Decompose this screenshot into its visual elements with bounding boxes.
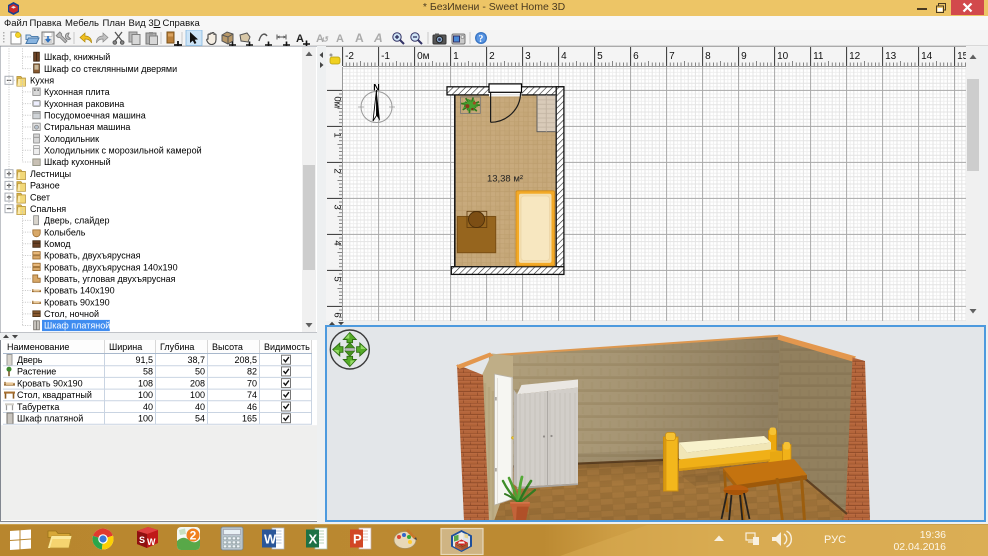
svg-text:58: 58: [143, 367, 153, 377]
svg-text:Стол, ночной: Стол, ночной: [44, 309, 99, 319]
svg-text:W: W: [147, 537, 156, 547]
svg-text:12: 12: [849, 51, 861, 62]
svg-text:40: 40: [143, 402, 153, 412]
svg-text:Кровать 140x190: Кровать 140x190: [44, 286, 115, 296]
svg-text:13: 13: [885, 51, 897, 62]
svg-text:0м: 0м: [332, 96, 343, 108]
svg-text:50: 50: [195, 367, 205, 377]
svg-text:46: 46: [247, 402, 257, 412]
svg-text:-2: -2: [345, 51, 354, 62]
svg-text:8: 8: [705, 51, 711, 62]
svg-text:A: A: [336, 33, 344, 45]
svg-text:Наименование: Наименование: [7, 342, 69, 352]
svg-text:Комод: Комод: [44, 239, 71, 249]
svg-text:X: X: [309, 532, 318, 547]
svg-text:100: 100: [138, 390, 153, 400]
svg-text:A: A: [355, 31, 364, 45]
svg-text:9: 9: [741, 51, 747, 62]
svg-text:82: 82: [247, 367, 257, 377]
svg-text:Кровать, двухъярусная 140x190: Кровать, двухъярусная 140x190: [44, 262, 178, 272]
svg-text:1: 1: [453, 51, 459, 62]
svg-text:38,7: 38,7: [187, 355, 205, 365]
svg-text:100: 100: [138, 414, 153, 424]
svg-text:208,5: 208,5: [234, 355, 257, 365]
svg-text:3: 3: [525, 51, 531, 62]
svg-text:19:36: 19:36: [920, 529, 946, 541]
svg-text:W: W: [264, 532, 277, 547]
svg-text:Кухня: Кухня: [30, 76, 54, 86]
svg-text:10: 10: [777, 51, 789, 62]
svg-text:5: 5: [597, 51, 603, 62]
svg-text:Кухонная раковина: Кухонная раковина: [44, 99, 124, 109]
svg-text:Кухонная плита: Кухонная плита: [44, 87, 110, 97]
svg-text:Ширина: Ширина: [109, 342, 142, 352]
svg-text:02.04.2016: 02.04.2016: [893, 541, 946, 553]
svg-text:2: 2: [190, 529, 197, 543]
svg-text:Разное: Разное: [30, 181, 60, 191]
svg-text:Дверь: Дверь: [17, 355, 43, 365]
svg-text:Глубина: Глубина: [160, 342, 194, 352]
svg-text:Кровать, угловая двухъярусная: Кровать, угловая двухъярусная: [44, 274, 176, 284]
svg-text:Шкаф, книжный: Шкаф, книжный: [44, 52, 110, 62]
svg-text:?: ?: [478, 34, 483, 45]
svg-text:Шкаф платяной: Шкаф платяной: [17, 414, 83, 424]
svg-text:Спальня: Спальня: [30, 204, 66, 214]
svg-text:A: A: [373, 31, 383, 45]
svg-text:Высота: Высота: [212, 342, 243, 352]
svg-text:91,5: 91,5: [135, 355, 153, 365]
svg-text:-1: -1: [381, 51, 390, 62]
svg-text:Дверь, слайдер: Дверь, слайдер: [44, 216, 110, 226]
svg-text:Шкаф кухонный: Шкаф кухонный: [44, 157, 111, 167]
svg-text:Колыбель: Колыбель: [44, 227, 86, 237]
svg-text:Растение: Растение: [17, 367, 56, 377]
svg-text:165: 165: [242, 414, 257, 424]
svg-text:Кровать 90x190: Кровать 90x190: [17, 378, 83, 388]
svg-text:A: A: [296, 33, 304, 45]
svg-text:Видимость: Видимость: [264, 342, 310, 352]
svg-text:Посудомоечная машина: Посудомоечная машина: [44, 111, 146, 121]
svg-text:208: 208: [190, 378, 205, 388]
svg-text:Кровать, двухъярусная: Кровать, двухъярусная: [44, 251, 141, 261]
svg-text:11: 11: [813, 51, 824, 62]
svg-text:54: 54: [195, 414, 205, 424]
svg-text:P: P: [353, 532, 362, 547]
svg-text:Стиральная машина: Стиральная машина: [44, 122, 130, 132]
svg-text:Лестницы: Лестницы: [30, 169, 71, 179]
svg-text:Стол, квадратный: Стол, квадратный: [17, 390, 92, 400]
svg-text:Табуретка: Табуретка: [17, 402, 59, 412]
svg-text:Холодильник с морозильной каме: Холодильник с морозильной камерой: [44, 146, 202, 156]
svg-text:100: 100: [190, 390, 205, 400]
svg-text:40: 40: [195, 402, 205, 412]
svg-text:70: 70: [247, 378, 257, 388]
svg-text:0м: 0м: [417, 51, 430, 62]
svg-text:6: 6: [633, 51, 639, 62]
svg-text:13,38 м²: 13,38 м²: [487, 174, 523, 185]
svg-text:↺: ↺: [322, 35, 329, 44]
svg-text:РУС: РУС: [824, 534, 846, 546]
svg-text:Холодильник: Холодильник: [44, 134, 99, 144]
svg-text:74: 74: [247, 390, 257, 400]
svg-text:4: 4: [561, 51, 567, 62]
svg-text:2: 2: [489, 51, 495, 62]
svg-text:Кровать 90x190: Кровать 90x190: [44, 297, 110, 307]
svg-text:S: S: [139, 535, 145, 545]
svg-text:7: 7: [669, 51, 675, 62]
svg-text:Шкаф платяной: Шкаф платяной: [44, 321, 110, 331]
svg-text:Свет: Свет: [30, 192, 50, 202]
svg-text:14: 14: [921, 51, 933, 62]
svg-text:Шкаф со стеклянными дверями: Шкаф со стеклянными дверями: [44, 64, 177, 74]
svg-text:108: 108: [138, 378, 153, 388]
